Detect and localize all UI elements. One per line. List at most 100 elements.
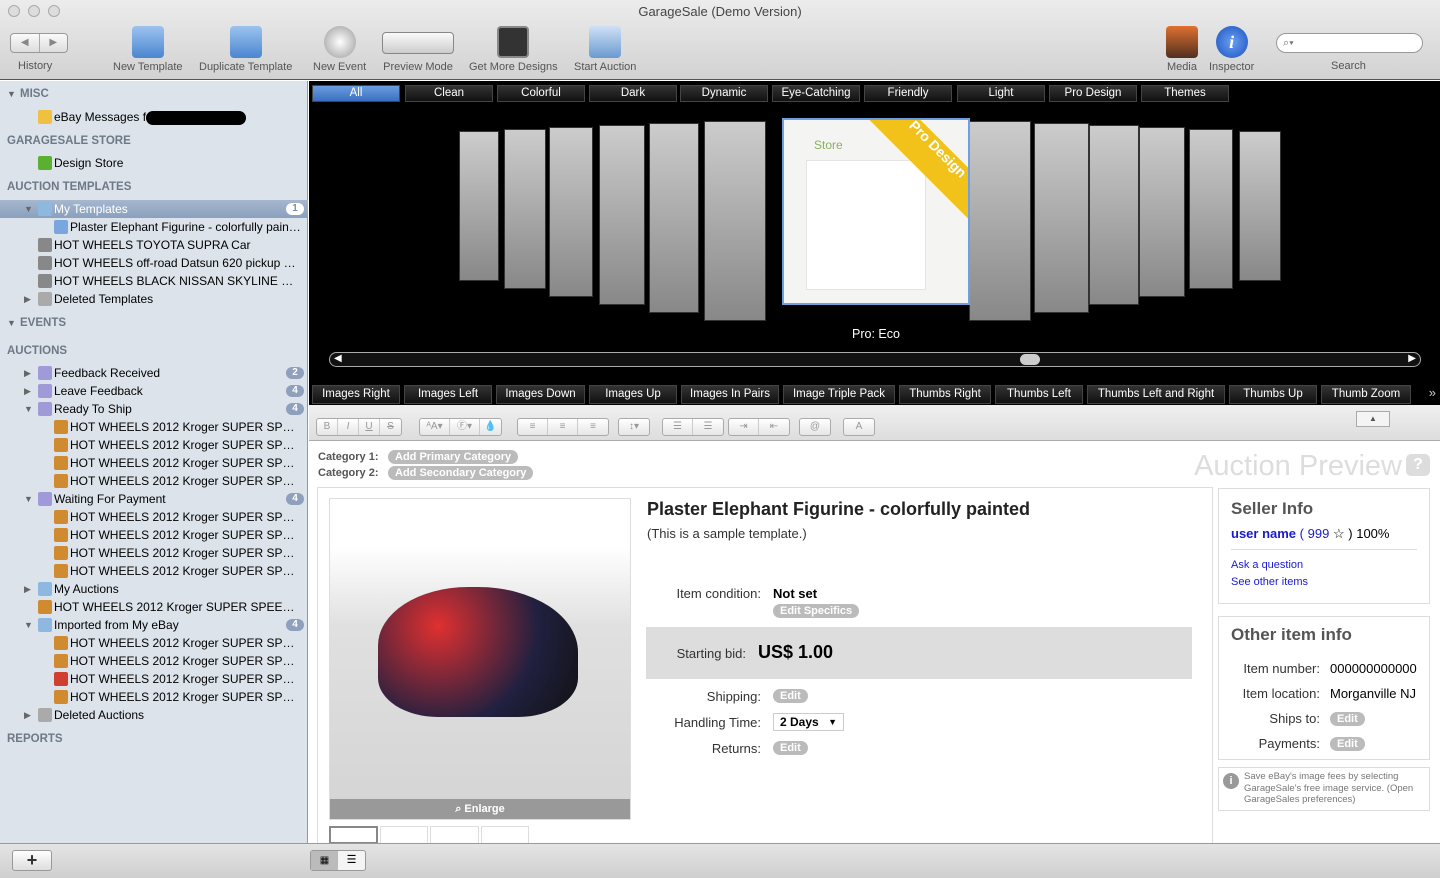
item-image[interactable]: ⌕ Enlarge <box>329 498 631 820</box>
layout-tab[interactable]: Images Up <box>589 385 677 404</box>
new-event-button[interactable]: New Event <box>313 26 366 73</box>
scroll-right-icon[interactable]: ▶ <box>1408 353 1416 364</box>
scroll-left-icon[interactable]: ◀ <box>334 353 342 364</box>
sidebar-section-header[interactable]: GARAGESALE STORE <box>0 132 308 150</box>
sidebar-item[interactable]: HOT WHEELS 2012 Kroger SUPER SPEEDER... <box>0 454 308 472</box>
text-style-group[interactable]: BIUS <box>316 418 402 436</box>
layout-tab[interactable]: Images Right <box>312 385 400 404</box>
seller-name-link[interactable]: user name <box>1231 526 1296 541</box>
sidebar-item[interactable]: Plaster Elephant Figurine - colorfully p… <box>0 218 308 236</box>
history-nav[interactable]: ◀ ▶ <box>10 33 68 53</box>
sidebar-item[interactable]: HOT WHEELS 2012 Kroger SUPER SPEEDERS #.… <box>0 598 308 616</box>
sidebar-item[interactable]: ▼ Imported from My eBay 4 <box>0 616 308 634</box>
media-button[interactable]: Media <box>1166 26 1198 73</box>
design-card[interactable] <box>704 121 766 321</box>
thumbnail[interactable] <box>329 826 378 843</box>
sidebar-item[interactable]: Design Store <box>0 154 308 172</box>
font-size-button[interactable]: ᴬA▾ <box>420 419 450 435</box>
sidebar-item[interactable]: HOT WHEELS BLACK NISSAN SKYLINE GT-R (..… <box>0 272 308 290</box>
edit-specifics-button[interactable]: Edit Specifics <box>773 604 860 618</box>
see-other-items-link[interactable]: See other items <box>1231 576 1308 588</box>
strikethrough-button[interactable]: S <box>380 419 401 435</box>
sidebar-item[interactable]: ▶ Deleted Templates <box>0 290 308 308</box>
disclosure-open-icon[interactable]: ▼ <box>24 200 34 218</box>
sidebar-item[interactable]: HOT WHEELS 2012 Kroger SUPER SPEEDER... <box>0 436 308 454</box>
get-more-designs-button[interactable]: Get More Designs <box>469 26 558 73</box>
sidebar-section-header[interactable]: ▼ EVENTS <box>0 314 308 332</box>
italic-button[interactable]: I <box>338 419 359 435</box>
layout-tab[interactable]: Thumbs Up <box>1229 385 1317 404</box>
design-card[interactable] <box>549 127 593 297</box>
edit-ships-to-button[interactable]: Edit <box>1330 712 1365 726</box>
underline-button[interactable]: U <box>359 419 380 435</box>
start-auction-button[interactable]: Start Auction <box>574 26 636 73</box>
handling-time-select[interactable]: 2 Days ▼ <box>773 713 844 731</box>
font-button[interactable]: Ⓕ▾ <box>450 419 480 435</box>
design-card[interactable] <box>1089 125 1139 305</box>
layout-tab[interactable]: Images Left <box>404 385 492 404</box>
design-card[interactable] <box>1239 131 1281 281</box>
bullet-list-button[interactable]: ☰ <box>663 419 693 435</box>
numbered-list-button[interactable]: ☰ <box>693 419 723 435</box>
layout-tab[interactable]: Thumbs Left and Right <box>1087 385 1225 404</box>
filter-tab[interactable]: Dynamic <box>680 85 768 102</box>
align-left-button[interactable]: ≡ <box>518 419 548 435</box>
sidebar-item[interactable]: HOT WHEELS 2012 Kroger SUPER SPEEDER... <box>0 688 308 706</box>
inspector-button[interactable]: i Inspector <box>1209 26 1254 73</box>
design-card[interactable] <box>459 131 499 281</box>
back-icon[interactable]: ◀ <box>11 34 39 52</box>
scroll-thumb[interactable] <box>1020 354 1040 365</box>
filter-tab[interactable]: Colorful <box>497 85 585 102</box>
disclosure-open-icon[interactable]: ▼ <box>24 400 34 418</box>
design-card[interactable] <box>649 123 699 313</box>
sidebar-item[interactable]: HOT WHEELS 2012 Kroger SUPER SPEEDER... <box>0 526 308 544</box>
align-group[interactable]: ≡ ≡ ≡ <box>517 418 609 436</box>
indent-group[interactable]: ⇥ ⇤ <box>728 418 790 436</box>
list-view-icon[interactable]: ☰ <box>338 851 365 870</box>
filter-tab[interactable]: Clean <box>405 85 493 102</box>
add-secondary-category-button[interactable]: Add Secondary Category <box>388 466 534 480</box>
sidebar-item[interactable]: HOT WHEELS 2012 Kroger SUPER SPEEDER... <box>0 544 308 562</box>
carousel-scrollbar[interactable]: ◀ ▶ <box>329 352 1421 367</box>
help-icon[interactable]: ? <box>1406 454 1430 476</box>
sidebar-item[interactable]: ▼ Ready To Ship 4 <box>0 400 308 418</box>
list-group[interactable]: ☰ ☰ <box>662 418 724 436</box>
design-card[interactable] <box>599 125 645 305</box>
layout-tab[interactable]: Thumb Zoom <box>1321 385 1411 404</box>
align-right-button[interactable]: ≡ <box>578 419 608 435</box>
disclosure-closed-icon[interactable]: ▶ <box>24 382 34 400</box>
sidebar-section-header[interactable]: AUCTION TEMPLATES <box>0 178 308 196</box>
add-button[interactable]: + <box>12 850 52 871</box>
thumbnail[interactable] <box>379 826 429 843</box>
disclosure-open-icon[interactable]: ▼ <box>7 314 17 332</box>
filter-tab[interactable]: All <box>312 85 400 102</box>
sidebar-section-header[interactable]: AUCTIONS <box>0 342 308 360</box>
design-card[interactable] <box>1189 129 1233 289</box>
design-card[interactable] <box>1139 127 1185 297</box>
filter-tab[interactable]: Pro Design <box>1049 85 1137 102</box>
sidebar-item[interactable]: HOT WHEELS 2012 Kroger SUPER SPEEDER... <box>0 634 308 652</box>
sidebar-section-header[interactable]: REPORTS <box>0 730 308 748</box>
sidebar-item[interactable]: ▼ Waiting For Payment 4 <box>0 490 308 508</box>
add-primary-category-button[interactable]: Add Primary Category <box>388 450 519 464</box>
disclosure-open-icon[interactable]: ▼ <box>24 490 34 508</box>
sidebar-item[interactable]: ▶ Feedback Received 2 <box>0 364 308 382</box>
sidebar-item[interactable]: HOT WHEELS off-road Datsun 620 pickup Ca… <box>0 254 308 272</box>
layout-tab[interactable]: Images In Pairs <box>681 385 779 404</box>
selected-design-card[interactable]: Store Pro Design <box>782 118 970 305</box>
disclosure-closed-icon[interactable]: ▶ <box>24 364 34 382</box>
layout-tab[interactable]: Image Triple Pack <box>783 385 895 404</box>
sidebar-item[interactable]: ▶ Deleted Auctions <box>0 706 308 724</box>
sidebar-item[interactable]: HOT WHEELS 2012 Kroger SUPER SPEEDER... <box>0 472 308 490</box>
disclosure-closed-icon[interactable]: ▶ <box>24 580 34 598</box>
highlight-text-button[interactable]: A <box>843 418 875 436</box>
sidebar-item[interactable]: HOT WHEELS 2012 Kroger SUPER SPEEDER... <box>0 652 308 670</box>
enlarge-button[interactable]: ⌕ Enlarge <box>330 799 630 819</box>
outdent-button[interactable]: ⇤ <box>759 419 789 435</box>
sidebar-item[interactable]: HOT WHEELS 2012 Kroger SUPER SPEEDER... <box>0 670 308 688</box>
duplicate-template-button[interactable]: Duplicate Template <box>199 26 292 73</box>
filter-tab[interactable]: Friendly <box>864 85 952 102</box>
thumbnail[interactable] <box>480 826 529 843</box>
sidebar-item[interactable]: ▶ My Auctions <box>0 580 308 598</box>
color-drop-icon[interactable]: 💧 <box>480 419 501 435</box>
